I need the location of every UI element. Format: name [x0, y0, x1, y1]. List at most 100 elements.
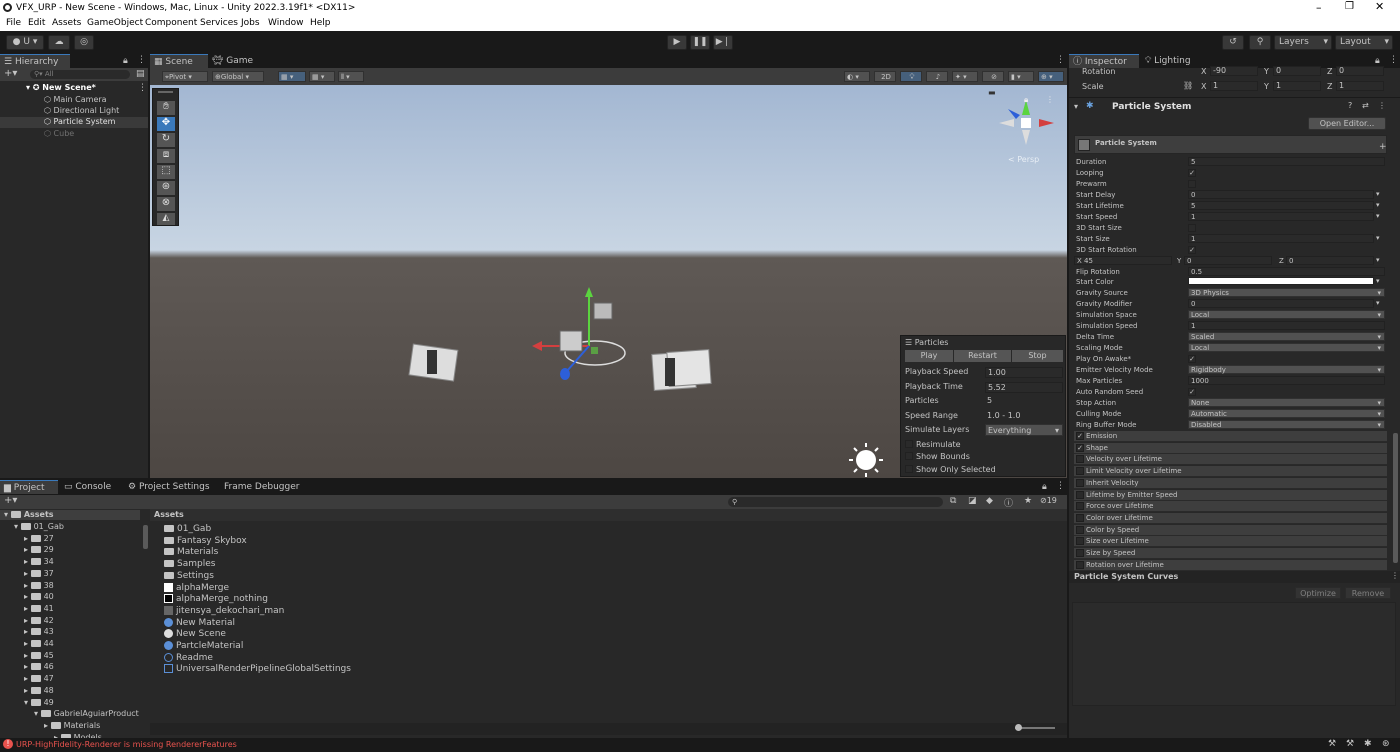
prop-field[interactable]: 1 [1188, 211, 1374, 221]
module-lifetime-by-emitter-speed[interactable]: Lifetime by Emitter Speed [1074, 489, 1387, 501]
snap-increment-button[interactable]: ▦ ▾ [309, 71, 335, 82]
project-add-icon[interactable]: +▾ [4, 495, 17, 506]
chevron-down-icon[interactable]: ▾ [24, 698, 31, 707]
project-kebab-icon[interactable]: ⋮ [1056, 481, 1065, 491]
color-mode-dropdown-icon[interactable]: ▾ [1376, 277, 1380, 285]
presets-icon[interactable]: ⇄ [1362, 101, 1369, 110]
hierarchy-item-cube[interactable]: ⬡ Cube [44, 129, 74, 138]
tree-folder[interactable]: ▾ 49 [24, 698, 54, 707]
curves-menu-icon[interactable]: ⋮ [1391, 571, 1399, 580]
module-color-by-speed[interactable]: Color by Speed [1074, 524, 1387, 536]
play-button[interactable]: ▶ [667, 35, 687, 50]
tree-folder[interactable]: ▾ GabrielAguiarProduct [34, 709, 139, 718]
prop-field[interactable]: 1 [1188, 233, 1374, 243]
audio-toggle-icon[interactable]: ♪ [926, 71, 948, 82]
menu-gameobject[interactable]: GameObject [87, 18, 143, 28]
add-icon[interactable]: +▾ [4, 68, 17, 79]
status-error-message[interactable]: URP-HighFidelity-Renderer is missing Ren… [16, 740, 237, 749]
tab-lighting[interactable]: 💡︎ Lighting [1141, 54, 1201, 68]
perspective-label[interactable]: < Persp [1008, 155, 1039, 164]
chevron-down-icon[interactable]: ▾ [34, 709, 41, 718]
asset-item[interactable]: alphaMerge_nothing [164, 594, 268, 604]
module-size-by-speed[interactable]: Size by Speed [1074, 548, 1387, 559]
prop-dropdown[interactable]: Automatic ▾ [1188, 408, 1385, 418]
asset-item[interactable]: New Material [164, 617, 235, 628]
tree-folder[interactable]: ▸ 41 [24, 604, 54, 613]
module-velocity-over-lifetime[interactable]: Velocity over Lifetime [1074, 454, 1387, 466]
effects-toggle-icon[interactable]: ✦ ▾ [952, 71, 978, 82]
curve-mode-dropdown-icon[interactable]: ▾ [1376, 299, 1380, 307]
prop-field[interactable]: 5 [1188, 157, 1385, 166]
module-enable-checkbox[interactable] [1076, 490, 1084, 499]
chevron-right-icon[interactable]: ▸ [24, 569, 31, 578]
tab-hierarchy[interactable]: ☰ Hierarchy [0, 54, 70, 68]
menu-help[interactable]: Help [310, 18, 331, 28]
search-by-label-icon[interactable]: ◪ [968, 496, 977, 506]
label-icon[interactable]: ◆ [986, 496, 993, 506]
scene-root[interactable]: ▾ ✪ New Scene* [26, 83, 96, 92]
chevron-down-icon[interactable]: ▾ [1376, 256, 1380, 264]
main-module-header[interactable]: Particle System + [1074, 135, 1387, 154]
tab-console[interactable]: ▭ Console [60, 480, 120, 494]
hidden-packages-icon[interactable]: ⊘19 [1040, 496, 1057, 505]
search-by-type-icon[interactable]: ⧉ [950, 496, 956, 506]
layers-dropdown[interactable]: Layers ▾ [1274, 35, 1332, 50]
particles-stop-button[interactable]: Stop [1012, 350, 1063, 362]
show-only-selected-checkbox[interactable] [905, 465, 913, 473]
progress-icon[interactable]: ⚒ [1328, 739, 1336, 749]
rotation-y-field[interactable]: 0 [1273, 66, 1321, 76]
menu-component[interactable]: Component [145, 18, 197, 28]
scale-link-icon[interactable]: ⛓ [1183, 81, 1193, 90]
module-enable-checkbox[interactable] [1076, 525, 1084, 534]
lock-view-icon[interactable]: 🔒︎ [1024, 95, 1028, 105]
curve-mode-dropdown-icon[interactable]: ▾ [1376, 201, 1380, 209]
hierarchy-item-directional-light[interactable]: ⬡ Directional Light [44, 106, 119, 115]
start-rotation-y-field[interactable]: 0 [1184, 255, 1272, 265]
particles-play-button[interactable]: Play [905, 350, 953, 362]
pivot-dropdown[interactable]: ⌖Pivot ▾ [162, 71, 208, 82]
module-enable-checkbox[interactable] [1076, 513, 1084, 522]
module-inherit-velocity[interactable]: Inherit Velocity [1074, 477, 1387, 489]
tree-folder[interactable]: ▸ 46 [24, 662, 54, 671]
asset-item[interactable]: Settings [164, 571, 214, 581]
tab-project-settings[interactable]: ⚙ Project Settings [124, 480, 216, 494]
prop-checkbox[interactable]: ✓ [1188, 387, 1196, 396]
module-enable-checkbox[interactable] [1076, 455, 1084, 464]
prop-dropdown[interactable]: Local ▾ [1188, 343, 1385, 353]
tab-project[interactable]: ▆ Project [0, 480, 58, 494]
custom-tool-icon[interactable]: ⊗ [157, 197, 175, 211]
module-limit-velocity-over-lifetime[interactable]: Limit Velocity over Lifetime [1074, 466, 1387, 478]
editor-tool-icon[interactable]: ◭ [157, 213, 175, 225]
pause-button[interactable]: ❚❚ [690, 35, 710, 50]
component-foldout-icon[interactable]: ▾ [1074, 102, 1078, 111]
prop-field[interactable]: 0 [1188, 189, 1374, 199]
tree-folder[interactable]: ▾ 01_Gab [14, 522, 64, 531]
asset-item[interactable]: Materials [164, 547, 218, 557]
layout-dropdown[interactable]: Layout ▾ [1335, 35, 1393, 50]
debug-mode-icon[interactable]: ✱ [1364, 739, 1372, 749]
tree-folder[interactable]: ▸ 37 [24, 569, 54, 578]
camera-settings-icon[interactable]: ▮ ▾ [1008, 71, 1034, 82]
minimize-icon[interactable]: – [1316, 1, 1322, 14]
asset-item[interactable]: PartcleMaterial [164, 641, 243, 651]
scene-menu-icon[interactable]: ⋮ [138, 83, 147, 93]
asset-item[interactable]: 01_Gab [164, 524, 211, 534]
asset-item[interactable]: New Scene [164, 629, 226, 639]
tree-folder[interactable]: ▸ 34 [24, 557, 54, 566]
chevron-right-icon[interactable]: ▸ [24, 581, 31, 590]
chevron-right-icon[interactable]: ▸ [24, 534, 31, 543]
rotation-x-field[interactable]: -90 [1210, 66, 1258, 76]
view-menu-icon[interactable]: ⋮ [1046, 95, 1054, 104]
module-enable-checkbox[interactable] [1076, 549, 1084, 557]
tree-folder[interactable]: ▸ 45 [24, 651, 54, 660]
chevron-right-icon[interactable]: ▸ [24, 616, 31, 625]
module-enable-checkbox[interactable] [1076, 560, 1084, 569]
menu-services[interactable]: Services [200, 18, 238, 28]
start-color-swatch[interactable] [1188, 277, 1374, 286]
resimulate-checkbox[interactable] [905, 440, 913, 448]
inspector-scrollbar[interactable] [1393, 433, 1398, 563]
curve-mode-dropdown-icon[interactable]: ▾ [1376, 190, 1380, 198]
asset-item[interactable]: UniversalRenderPipelineGlobalSettings [164, 664, 351, 674]
chevron-right-icon[interactable]: ▸ [24, 545, 31, 554]
draw-mode-button[interactable]: ◐ ▾ [844, 71, 870, 82]
